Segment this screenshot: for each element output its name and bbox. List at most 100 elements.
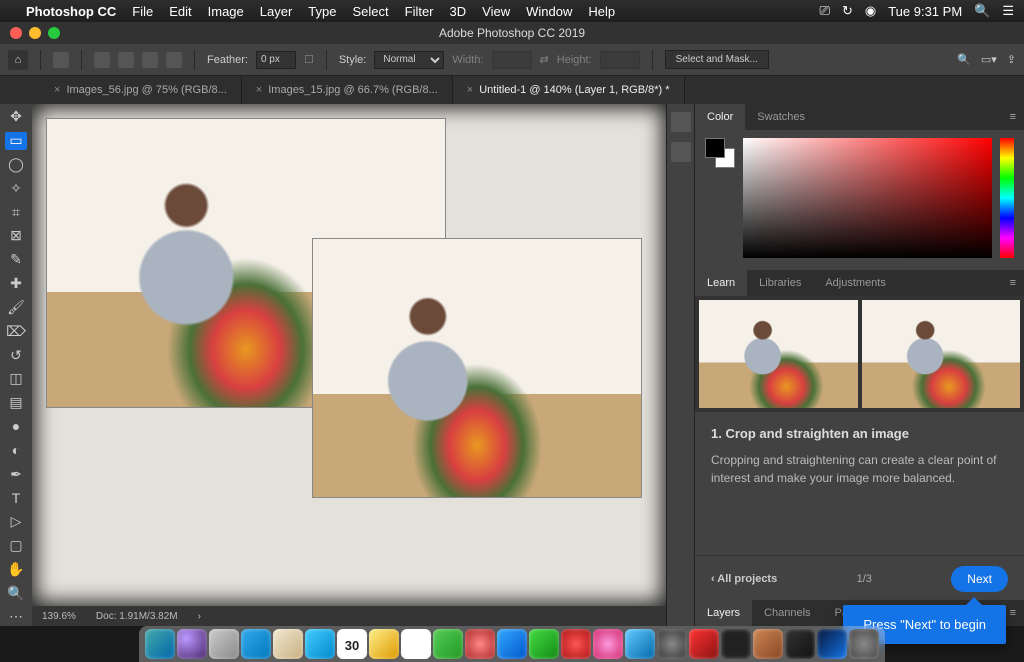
tab-channels[interactable]: Channels — [752, 600, 822, 626]
path-tool[interactable]: ▷ — [5, 513, 27, 531]
brush-tool[interactable]: 🖌 — [5, 299, 27, 317]
color-field[interactable] — [743, 138, 992, 258]
dock-calendar[interactable] — [337, 629, 367, 659]
pen-tool[interactable]: ✒ — [5, 465, 27, 483]
home-button[interactable]: ⌂ — [8, 50, 28, 70]
window-minimize-button[interactable] — [29, 27, 41, 39]
screen-share-icon[interactable]: ⎚ — [820, 3, 830, 19]
share-icon[interactable]: ⇪ — [1007, 53, 1016, 66]
collapsed-panel-button-2[interactable] — [671, 142, 691, 162]
workspace-switcher-icon[interactable]: ▭▾ — [981, 53, 997, 66]
blur-tool[interactable]: ● — [5, 418, 27, 436]
next-button[interactable]: Next — [951, 566, 1008, 592]
hue-slider[interactable] — [1000, 138, 1014, 258]
menubar-clock[interactable]: Tue 9:31 PM — [888, 4, 962, 19]
menu-edit[interactable]: Edit — [169, 4, 191, 19]
dock-finder[interactable] — [145, 629, 175, 659]
dock-terminal[interactable] — [721, 629, 751, 659]
heal-tool[interactable]: ✚ — [5, 275, 27, 293]
dock-app-2[interactable] — [753, 629, 783, 659]
tab-learn[interactable]: Learn — [695, 270, 747, 296]
wand-tool[interactable]: ✧ — [5, 179, 27, 197]
spotlight-icon[interactable]: 🔍 — [974, 3, 990, 19]
stamp-tool[interactable]: ⌦ — [5, 322, 27, 340]
marquee-tool-icon[interactable] — [53, 52, 69, 68]
menu-view[interactable]: View — [482, 4, 510, 19]
window-close-button[interactable] — [10, 27, 22, 39]
menu-help[interactable]: Help — [588, 4, 615, 19]
shape-tool[interactable]: ▢ — [5, 537, 27, 555]
style-select[interactable]: Normal — [374, 51, 444, 69]
window-zoom-button[interactable] — [48, 27, 60, 39]
dock-trash[interactable] — [849, 629, 879, 659]
search-icon[interactable]: 🔍 — [957, 53, 971, 66]
dock-photos[interactable] — [465, 629, 495, 659]
tab-swatches[interactable]: Swatches — [745, 104, 817, 130]
dock-messages[interactable] — [497, 629, 527, 659]
more-tools[interactable]: ⋯ — [5, 608, 27, 626]
selection-new-icon[interactable] — [94, 52, 110, 68]
doc-size-readout[interactable]: Doc: 1.91M/3.82M — [96, 611, 178, 622]
dock-itunes[interactable] — [593, 629, 623, 659]
dock-siri[interactable] — [177, 629, 207, 659]
move-tool[interactable]: ✥ — [5, 108, 27, 126]
menu-image[interactable]: Image — [208, 4, 244, 19]
menu-extra-icon[interactable]: ☰ — [1002, 3, 1014, 19]
hand-tool[interactable]: ✋ — [5, 560, 27, 578]
menu-select[interactable]: Select — [352, 4, 388, 19]
tab-layers[interactable]: Layers — [695, 600, 752, 626]
canvas[interactable]: 139.6% Doc: 1.91M/3.82M › — [32, 104, 666, 626]
tab-adjustments[interactable]: Adjustments — [813, 270, 898, 296]
panel-menu-icon[interactable]: ≡ — [1002, 277, 1024, 289]
menu-filter[interactable]: Filter — [405, 4, 434, 19]
dock-contacts[interactable] — [305, 629, 335, 659]
dock-photoshop[interactable] — [817, 629, 847, 659]
dock-mail[interactable] — [273, 629, 303, 659]
menu-3d[interactable]: 3D — [450, 4, 467, 19]
dock-app-1[interactable] — [689, 629, 719, 659]
dock-launchpad[interactable] — [209, 629, 239, 659]
menu-window[interactable]: Window — [526, 4, 572, 19]
menu-layer[interactable]: Layer — [260, 4, 293, 19]
dock-reminders[interactable] — [401, 629, 431, 659]
close-icon[interactable]: × — [54, 84, 60, 96]
close-icon[interactable]: × — [256, 84, 262, 96]
lasso-tool[interactable]: ◯ — [5, 156, 27, 174]
dock-app-3[interactable] — [785, 629, 815, 659]
feather-input[interactable] — [256, 51, 296, 69]
dock-news[interactable] — [561, 629, 591, 659]
doc-tab-2[interactable]: ×Images_15.jpg @ 66.7% (RGB/8... — [242, 76, 453, 104]
menu-type[interactable]: Type — [308, 4, 336, 19]
status-arrow-icon[interactable]: › — [198, 611, 201, 622]
zoom-tool[interactable]: 🔍 — [5, 584, 27, 602]
doc-tab-1[interactable]: ×Images_56.jpg @ 75% (RGB/8... — [40, 76, 242, 104]
app-name[interactable]: Photoshop CC — [26, 4, 116, 19]
dock-maps[interactable] — [433, 629, 463, 659]
crop-tool[interactable]: ⌗ — [5, 203, 27, 221]
marquee-tool[interactable]: ▭ — [5, 132, 27, 150]
menu-file[interactable]: File — [132, 4, 153, 19]
eraser-tool[interactable]: ◫ — [5, 370, 27, 388]
history-brush-tool[interactable]: ↺ — [5, 346, 27, 364]
select-and-mask-button[interactable]: Select and Mask... — [665, 50, 769, 69]
zoom-readout[interactable]: 139.6% — [42, 611, 76, 622]
close-icon[interactable]: × — [467, 84, 473, 96]
selection-subtract-icon[interactable] — [142, 52, 158, 68]
fg-bg-swatch[interactable] — [705, 138, 735, 168]
selection-add-icon[interactable] — [118, 52, 134, 68]
tab-color[interactable]: Color — [695, 104, 745, 130]
type-tool[interactable]: T — [5, 489, 27, 507]
collapsed-panel-button-1[interactable] — [671, 112, 691, 132]
gradient-tool[interactable]: ▤ — [5, 394, 27, 412]
frame-tool[interactable]: ⊠ — [5, 227, 27, 245]
cc-icon[interactable]: ◉ — [865, 3, 876, 19]
dock-preferences[interactable] — [657, 629, 687, 659]
dodge-tool[interactable]: ◐ — [5, 441, 27, 459]
all-projects-link[interactable]: ‹ All projects — [711, 573, 777, 585]
tab-libraries[interactable]: Libraries — [747, 270, 813, 296]
eyedropper-tool[interactable]: ✎ — [5, 251, 27, 269]
sync-icon[interactable]: ↻ — [842, 3, 853, 19]
dock-facetime[interactable] — [529, 629, 559, 659]
selection-intersect-icon[interactable] — [166, 52, 182, 68]
doc-tab-3[interactable]: ×Untitled-1 @ 140% (Layer 1, RGB/8*) * — [453, 76, 685, 104]
